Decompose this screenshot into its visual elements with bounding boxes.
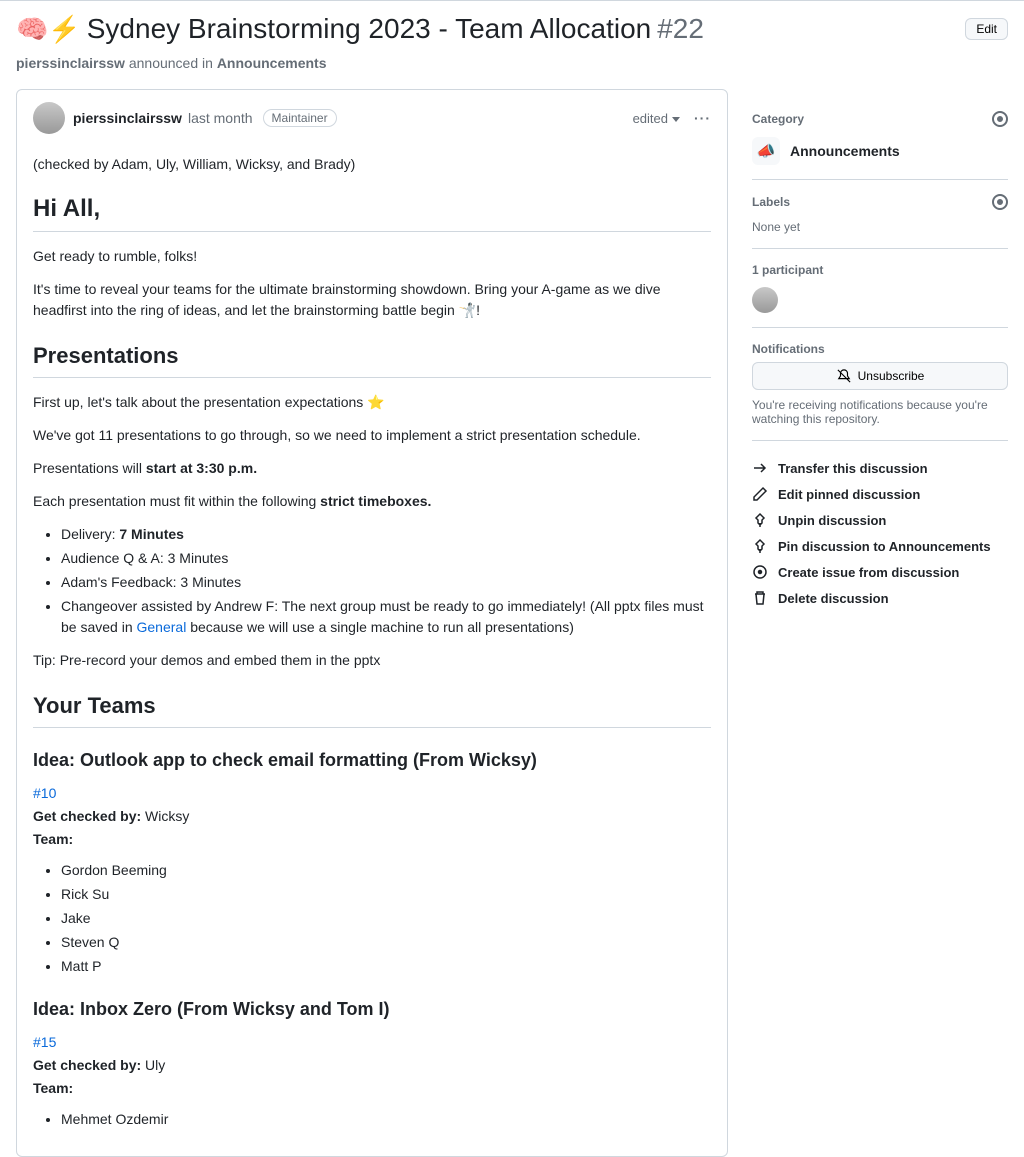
action-unpin[interactable]: Unpin discussion <box>752 507 1008 533</box>
more-menu-icon[interactable]: ··· <box>694 110 711 126</box>
comment-author[interactable]: pierssinclairssw <box>73 110 182 126</box>
heading-presentations: Presentations <box>33 343 711 378</box>
pencil-icon <box>752 486 768 502</box>
discussion-title: 🧠⚡ Sydney Brainstorming 2023 - Team Allo… <box>16 13 704 45</box>
notif-desc: You're receiving notifications because y… <box>752 398 1008 426</box>
gear-icon[interactable] <box>992 111 1008 127</box>
idea1-link[interactable]: #10 <box>33 785 56 801</box>
maintainer-badge: Maintainer <box>263 109 337 127</box>
heading-hi: Hi All, <box>33 195 711 232</box>
category-row[interactable]: 📣 Announcements <box>752 137 1008 165</box>
bell-slash-icon <box>836 368 852 384</box>
idea2-heading: Idea: Inbox Zero (From Wicksy and Tom I) <box>33 999 711 1020</box>
megaphone-icon: 📣 <box>752 137 780 165</box>
heading-your-teams: Your Teams <box>33 693 711 728</box>
idea1-team-list: Gordon Beeming Rick Su Jake Steven Q Mat… <box>33 860 711 977</box>
idea2-link[interactable]: #15 <box>33 1034 56 1050</box>
meta-author[interactable]: pierssinclairssw <box>16 55 125 71</box>
comment-time: last month <box>188 110 253 126</box>
timebox-list: Delivery: 7 Minutes Audience Q & A: 3 Mi… <box>33 524 711 638</box>
meta-line: pierssinclairssw announced in Announceme… <box>16 55 1008 71</box>
arrow-right-icon <box>752 460 768 476</box>
edited-indicator[interactable]: edited <box>633 111 680 126</box>
action-delete[interactable]: Delete discussion <box>752 585 1008 611</box>
sidebar-labels-label: Labels <box>752 195 790 209</box>
issue-icon <box>752 564 768 580</box>
comment-body: (checked by Adam, Uly, William, Wicksy, … <box>17 138 727 1144</box>
idea1-heading: Idea: Outlook app to check email formatt… <box>33 750 711 771</box>
avatar[interactable] <box>33 102 65 134</box>
action-create-issue[interactable]: Create issue from discussion <box>752 559 1008 585</box>
unsubscribe-button[interactable]: Unsubscribe <box>752 362 1008 390</box>
chevron-down-icon <box>672 117 680 122</box>
action-pin-to[interactable]: Pin discussion to Announcements <box>752 533 1008 559</box>
labels-value: None yet <box>752 220 1008 234</box>
title-emoji: 🧠⚡ <box>16 14 81 45</box>
pin-icon <box>752 538 768 554</box>
general-link[interactable]: General <box>137 619 187 635</box>
notifications-label: Notifications <box>752 342 825 356</box>
comment-box: pierssinclairssw last month Maintainer e… <box>16 89 728 1157</box>
pin-icon <box>752 512 768 528</box>
participant-avatar[interactable] <box>752 287 778 313</box>
trash-icon <box>752 590 768 606</box>
action-transfer[interactable]: Transfer this discussion <box>752 455 1008 481</box>
idea2-team-list: Mehmet Ozdemir <box>33 1109 711 1130</box>
meta-category[interactable]: Announcements <box>217 55 327 71</box>
action-edit-pinned[interactable]: Edit pinned discussion <box>752 481 1008 507</box>
participants-label: 1 participant <box>752 263 823 277</box>
title-number: #22 <box>657 13 704 45</box>
edit-button[interactable]: Edit <box>965 18 1008 40</box>
title-text: Sydney Brainstorming 2023 - Team Allocat… <box>87 13 651 45</box>
gear-icon[interactable] <box>992 194 1008 210</box>
sidebar-category-label: Category <box>752 112 804 126</box>
